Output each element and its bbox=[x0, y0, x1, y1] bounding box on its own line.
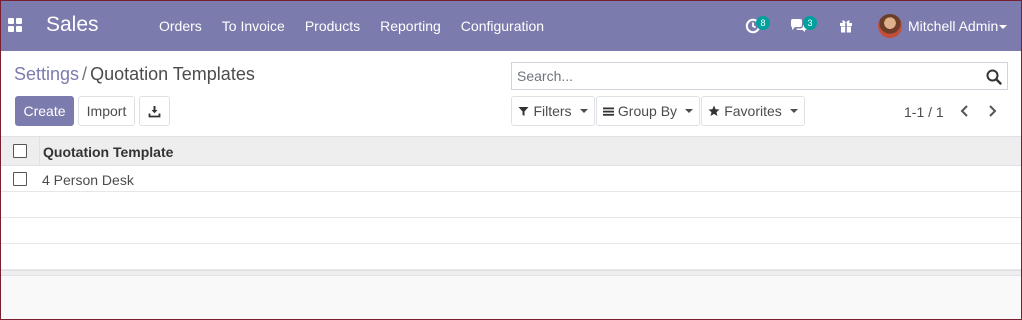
list-header: Quotation Template bbox=[1, 136, 1021, 166]
menu-item-products[interactable]: Products bbox=[295, 1, 370, 51]
download-icon bbox=[148, 105, 161, 117]
chevron-right-icon bbox=[989, 105, 997, 117]
empty-row bbox=[1, 244, 1021, 270]
download-button[interactable] bbox=[139, 96, 170, 126]
pager-previous-button[interactable] bbox=[955, 100, 975, 122]
import-button[interactable]: Import bbox=[78, 96, 135, 126]
gift-icon[interactable] bbox=[839, 19, 853, 33]
breadcrumb-settings[interactable]: Settings bbox=[14, 64, 79, 84]
select-all-checkbox[interactable] bbox=[13, 144, 27, 158]
pager-next-button[interactable] bbox=[982, 100, 1002, 122]
favorites-dropdown[interactable]: Favorites bbox=[701, 96, 805, 126]
favorites-label: Favorites bbox=[724, 103, 782, 119]
group-by-caret-icon bbox=[685, 109, 694, 113]
filters-label: Filters bbox=[533, 103, 572, 119]
search-icon[interactable] bbox=[985, 68, 1003, 86]
group-by-dropdown[interactable]: Group By bbox=[596, 96, 700, 126]
main-menu: Orders To Invoice Products Reporting Con… bbox=[149, 1, 554, 51]
apps-grid-icon[interactable] bbox=[8, 18, 22, 32]
create-button[interactable]: Create bbox=[15, 96, 74, 126]
row-name-cell[interactable]: 4 Person Desk bbox=[42, 172, 134, 188]
row-checkbox[interactable] bbox=[13, 172, 27, 186]
app-title[interactable]: Sales bbox=[46, 13, 99, 37]
search-bar bbox=[511, 62, 1008, 90]
favorites-caret-icon bbox=[789, 109, 798, 113]
menu-item-orders[interactable]: Orders bbox=[149, 1, 212, 51]
group-by-label: Group By bbox=[617, 103, 678, 119]
breadcrumb: Settings / Quotation Templates bbox=[14, 64, 255, 85]
menu-item-to-invoice[interactable]: To Invoice bbox=[212, 1, 295, 51]
breadcrumb-separator: / bbox=[82, 64, 88, 84]
user-name[interactable]: Mitchell Admin bbox=[908, 18, 998, 34]
chevron-left-icon bbox=[960, 105, 968, 117]
star-icon bbox=[708, 105, 720, 116]
empty-row bbox=[1, 192, 1021, 218]
menu-item-configuration[interactable]: Configuration bbox=[451, 1, 554, 51]
list-bars-icon bbox=[602, 107, 614, 116]
activity-count-badge: 8 bbox=[756, 16, 770, 30]
list-view: Quotation Template 4 Person Desk bbox=[1, 136, 1021, 276]
filters-caret-icon bbox=[579, 109, 588, 113]
user-avatar[interactable] bbox=[878, 14, 902, 38]
top-navbar: Sales Orders To Invoice Products Reporti… bbox=[1, 1, 1021, 51]
pager-value[interactable]: 1-1 / 1 bbox=[904, 104, 944, 120]
table-row[interactable]: 4 Person Desk bbox=[1, 166, 1021, 192]
import-button-label: Import bbox=[86, 103, 127, 119]
filters-dropdown[interactable]: Filters bbox=[511, 96, 595, 126]
column-divider bbox=[39, 137, 40, 166]
menu-item-reporting[interactable]: Reporting bbox=[370, 1, 451, 51]
page-title: Quotation Templates bbox=[90, 64, 255, 84]
search-input[interactable] bbox=[517, 65, 977, 87]
list-footer bbox=[1, 270, 1021, 276]
filter-icon bbox=[518, 106, 529, 116]
column-header-quotation-template[interactable]: Quotation Template bbox=[43, 144, 173, 160]
user-menu-caret-icon[interactable] bbox=[999, 25, 1007, 29]
message-count-badge: 3 bbox=[803, 16, 817, 30]
empty-row bbox=[1, 218, 1021, 244]
create-button-label: Create bbox=[23, 103, 66, 119]
